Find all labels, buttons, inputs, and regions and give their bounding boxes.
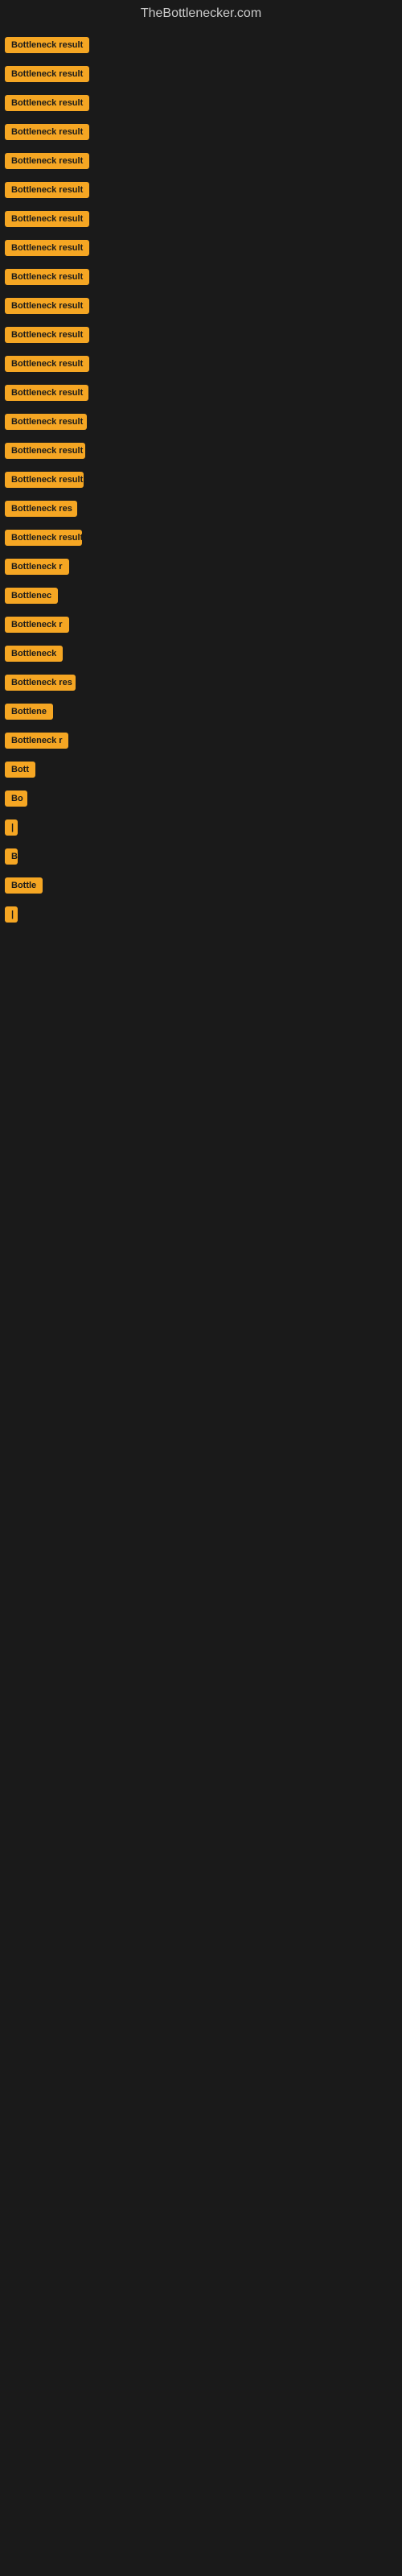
site-title-text: TheBottlenecker.com — [141, 6, 261, 20]
result-row: Bottleneck result — [3, 523, 399, 552]
result-row: Bottleneck result — [3, 233, 399, 262]
bottleneck-result-badge[interactable]: Bottleneck result — [5, 443, 85, 459]
result-row: Bottleneck result — [3, 204, 399, 233]
result-row: Bottleneck result — [3, 349, 399, 378]
result-row: Bottleneck res — [3, 494, 399, 523]
bottleneck-result-badge[interactable]: Bottle — [5, 877, 43, 894]
result-row: Bottleneck result — [3, 407, 399, 436]
result-row: Bottleneck result — [3, 118, 399, 147]
bottleneck-result-badge[interactable]: | — [5, 819, 18, 836]
bottleneck-result-badge[interactable]: Bottleneck result — [5, 211, 89, 227]
bottleneck-result-badge[interactable]: B — [5, 848, 18, 865]
result-row: Bottleneck r — [3, 610, 399, 639]
result-row: Bott — [3, 755, 399, 784]
result-row: Bottleneck res — [3, 668, 399, 697]
result-row: B — [3, 842, 399, 871]
bottleneck-result-badge[interactable]: Bottleneck result — [5, 472, 84, 488]
result-row: Bottleneck result — [3, 262, 399, 291]
result-row: Bottleneck — [3, 639, 399, 668]
results-container: Bottleneck result Bottleneck result Bottle… — [0, 31, 402, 929]
bottleneck-result-badge[interactable]: Bottleneck — [5, 646, 63, 662]
result-row: | — [3, 813, 399, 842]
bottleneck-result-badge[interactable]: Bottleneck result — [5, 356, 89, 372]
bottleneck-result-badge[interactable]: | — [5, 906, 18, 923]
bottleneck-result-badge[interactable]: Bottleneck result — [5, 530, 82, 546]
bottleneck-result-badge[interactable]: Bottleneck res — [5, 501, 77, 517]
result-row: Bottleneck r — [3, 552, 399, 581]
bottleneck-result-badge[interactable]: Bottlene — [5, 704, 53, 720]
result-row: Bottleneck result — [3, 60, 399, 89]
result-row: Bottleneck result — [3, 436, 399, 465]
result-row: Bottlene — [3, 697, 399, 726]
bottleneck-result-badge[interactable]: Bottleneck r — [5, 733, 68, 749]
bottleneck-result-badge[interactable]: Bottleneck result — [5, 269, 89, 285]
result-row: Bottle — [3, 871, 399, 900]
bottleneck-result-badge[interactable]: Bottleneck result — [5, 37, 89, 53]
bottleneck-result-badge[interactable]: Bottleneck result — [5, 95, 89, 111]
bottleneck-result-badge[interactable]: Bottleneck result — [5, 124, 89, 140]
site-title: TheBottlenecker.com — [0, 0, 402, 31]
bottleneck-result-badge[interactable]: Bottleneck result — [5, 327, 89, 343]
bottleneck-result-badge[interactable]: Bottleneck res — [5, 675, 76, 691]
result-row: Bottleneck result — [3, 175, 399, 204]
bottleneck-result-badge[interactable]: Bottleneck result — [5, 182, 89, 198]
result-row: Bottleneck result — [3, 378, 399, 407]
result-row: Bottleneck result — [3, 291, 399, 320]
bottleneck-result-badge[interactable]: Bottleneck result — [5, 414, 87, 430]
result-row: Bottleneck result — [3, 31, 399, 60]
result-row: Bo — [3, 784, 399, 813]
bottleneck-result-badge[interactable]: Bottleneck result — [5, 240, 89, 256]
result-row: Bottleneck result — [3, 465, 399, 494]
result-row: Bottleneck result — [3, 320, 399, 349]
bottleneck-result-badge[interactable]: Bottleneck r — [5, 617, 69, 633]
result-row: Bottleneck result — [3, 89, 399, 118]
bottleneck-result-badge[interactable]: Bottleneck result — [5, 153, 89, 169]
bottleneck-result-badge[interactable]: Bottleneck result — [5, 66, 89, 82]
result-row: Bottlenec — [3, 581, 399, 610]
bottleneck-result-badge[interactable]: Bo — [5, 791, 27, 807]
bottleneck-result-badge[interactable]: Bottlenec — [5, 588, 58, 604]
result-row: Bottleneck r — [3, 726, 399, 755]
result-row: Bottleneck result — [3, 147, 399, 175]
bottleneck-result-badge[interactable]: Bott — [5, 762, 35, 778]
bottleneck-result-badge[interactable]: Bottleneck r — [5, 559, 69, 575]
result-row: | — [3, 900, 399, 929]
bottleneck-result-badge[interactable]: Bottleneck result — [5, 298, 89, 314]
bottleneck-result-badge[interactable]: Bottleneck result — [5, 385, 88, 401]
